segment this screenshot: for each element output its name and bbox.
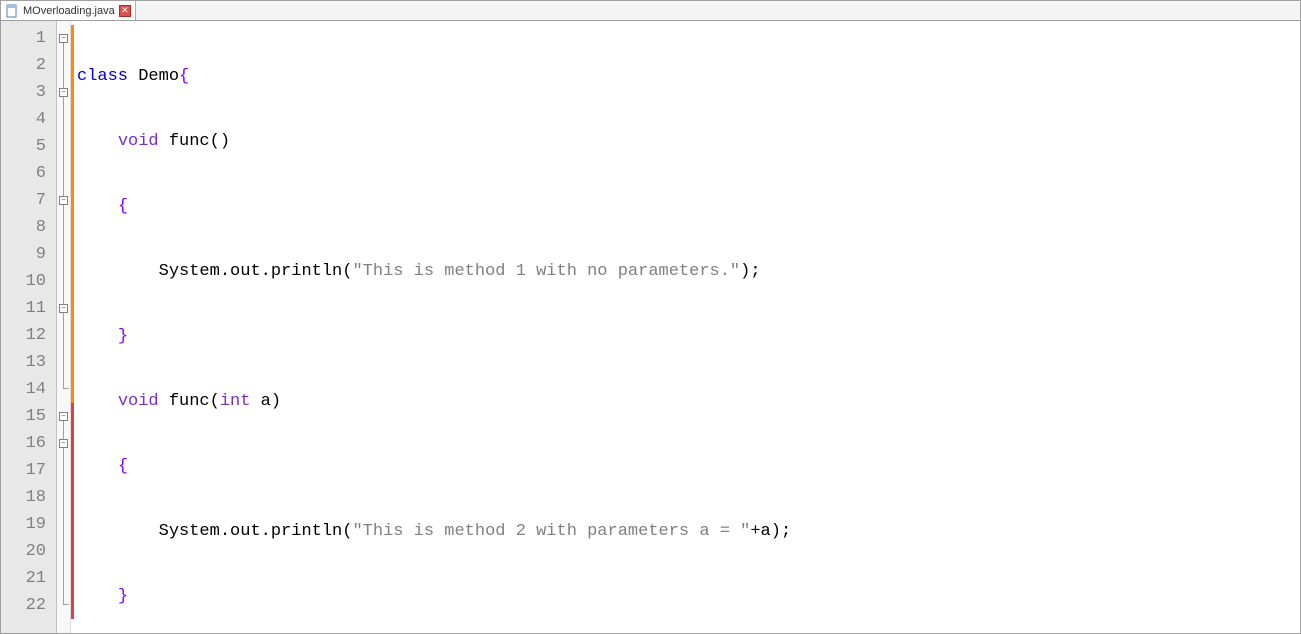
tab-filename: MOverloading.java (23, 5, 115, 17)
file-tab[interactable]: MOverloading.java ✕ (1, 1, 136, 20)
line-number[interactable]: 10 (1, 268, 56, 295)
line-number[interactable]: 6 (1, 160, 56, 187)
fold-column: − − − − − − (57, 21, 71, 633)
code-line[interactable]: { (75, 193, 1300, 220)
change-marker (71, 403, 74, 619)
code-line[interactable]: void func(int a) (75, 388, 1300, 415)
line-number[interactable]: 18 (1, 484, 56, 511)
code-line[interactable]: System.out.println("This is method 1 wit… (75, 258, 1300, 285)
fold-guide (63, 421, 64, 604)
tab-bar: MOverloading.java ✕ (1, 1, 1300, 21)
fold-toggle-icon[interactable]: − (59, 439, 68, 448)
line-number[interactable]: 22 (1, 592, 56, 619)
line-number[interactable]: 2 (1, 52, 56, 79)
line-number[interactable]: 8 (1, 214, 56, 241)
editor-window: MOverloading.java ✕ 1 2 3 4 5 6 7 8 9 10… (0, 0, 1301, 634)
close-icon[interactable]: ✕ (119, 5, 131, 17)
fold-toggle-icon[interactable]: − (59, 304, 68, 313)
file-icon (5, 4, 19, 18)
line-number[interactable]: 17 (1, 457, 56, 484)
code-editor[interactable]: class Demo{ void func() { System.out.pri… (75, 21, 1300, 633)
code-line[interactable]: } (75, 323, 1300, 350)
line-number[interactable]: 14 (1, 376, 56, 403)
fold-toggle-icon[interactable]: − (59, 34, 68, 43)
line-number[interactable]: 21 (1, 565, 56, 592)
fold-toggle-icon[interactable]: − (59, 412, 68, 421)
line-number[interactable]: 1 (1, 25, 56, 52)
code-line[interactable]: System.out.println("This is method 2 wit… (75, 518, 1300, 545)
line-number[interactable]: 9 (1, 241, 56, 268)
code-line[interactable]: class Demo{ (75, 63, 1300, 90)
fold-toggle-icon[interactable]: − (59, 88, 68, 97)
code-area: 1 2 3 4 5 6 7 8 9 10 11 12 13 14 15 16 1… (1, 21, 1300, 633)
line-number[interactable]: 20 (1, 538, 56, 565)
fold-end-icon (63, 388, 69, 389)
line-number[interactable]: 3 (1, 79, 56, 106)
code-line[interactable]: { (75, 453, 1300, 480)
line-number[interactable]: 4 (1, 106, 56, 133)
line-number[interactable]: 12 (1, 322, 56, 349)
fold-end-icon (63, 604, 69, 605)
fold-toggle-icon[interactable]: − (59, 196, 68, 205)
line-number[interactable]: 19 (1, 511, 56, 538)
change-marker (71, 25, 74, 403)
line-number[interactable]: 15 (1, 403, 56, 430)
line-number[interactable]: 13 (1, 349, 56, 376)
line-number-gutter: 1 2 3 4 5 6 7 8 9 10 11 12 13 14 15 16 1… (1, 21, 57, 633)
line-number[interactable]: 7 (1, 187, 56, 214)
code-line[interactable]: void func() (75, 128, 1300, 155)
line-number[interactable]: 16 (1, 430, 56, 457)
line-number[interactable]: 11 (1, 295, 56, 322)
code-line[interactable]: } (75, 583, 1300, 610)
line-number[interactable]: 5 (1, 133, 56, 160)
